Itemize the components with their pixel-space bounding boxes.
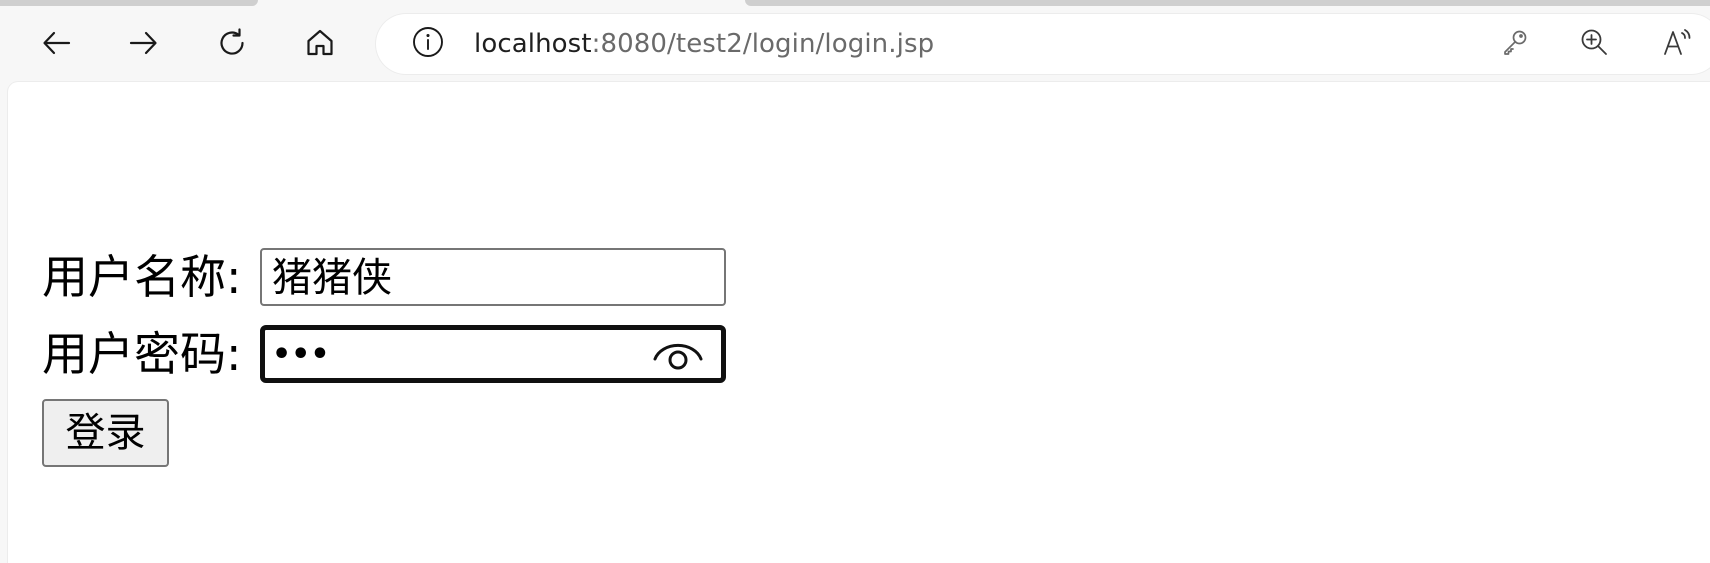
read-aloud-icon	[1662, 27, 1692, 61]
username-row: 用户名称: 猪猪侠	[42, 244, 726, 310]
username-field[interactable]: 猪猪侠	[260, 248, 726, 306]
zoom-button[interactable]	[1576, 26, 1612, 62]
url-text[interactable]: localhost:8080/test2/login/login.jsp	[474, 28, 934, 60]
password-field[interactable]: •••	[260, 325, 726, 383]
refresh-icon	[214, 25, 250, 65]
username-label: 用户名称:	[42, 250, 242, 304]
key-icon	[1500, 27, 1530, 61]
site-info-button[interactable]	[410, 26, 446, 62]
password-row: 用户密码: •••	[42, 321, 726, 387]
refresh-button[interactable]	[207, 20, 257, 70]
password-value: •••	[272, 337, 330, 372]
address-bar[interactable]: localhost:8080/test2/login/login.jsp	[376, 14, 1710, 74]
passwords-button[interactable]	[1497, 26, 1533, 62]
login-form: 用户名称: 猪猪侠 用户密码: ••• 登录	[42, 244, 726, 467]
zoom-in-icon	[1579, 27, 1609, 61]
password-label: 用户密码:	[42, 327, 242, 381]
home-icon	[302, 25, 338, 65]
eye-icon	[651, 335, 705, 377]
reveal-password-button[interactable]	[651, 337, 705, 375]
page-content: 用户名称: 猪猪侠 用户密码: ••• 登录	[8, 82, 1710, 563]
arrow-right-icon	[125, 25, 161, 65]
back-button[interactable]	[32, 20, 82, 70]
read-aloud-button[interactable]	[1659, 26, 1695, 62]
login-button[interactable]: 登录	[42, 399, 169, 467]
url-host: localhost	[474, 29, 592, 59]
home-button[interactable]	[295, 20, 345, 70]
forward-button[interactable]	[118, 20, 168, 70]
url-path: :8080/test2/login/login.jsp	[591, 29, 935, 59]
username-value: 猪猪侠	[272, 255, 392, 301]
browser-toolbar: localhost:8080/test2/login/login.jsp	[0, 6, 1710, 82]
arrow-left-icon	[39, 25, 75, 65]
info-circle-icon	[411, 25, 445, 63]
